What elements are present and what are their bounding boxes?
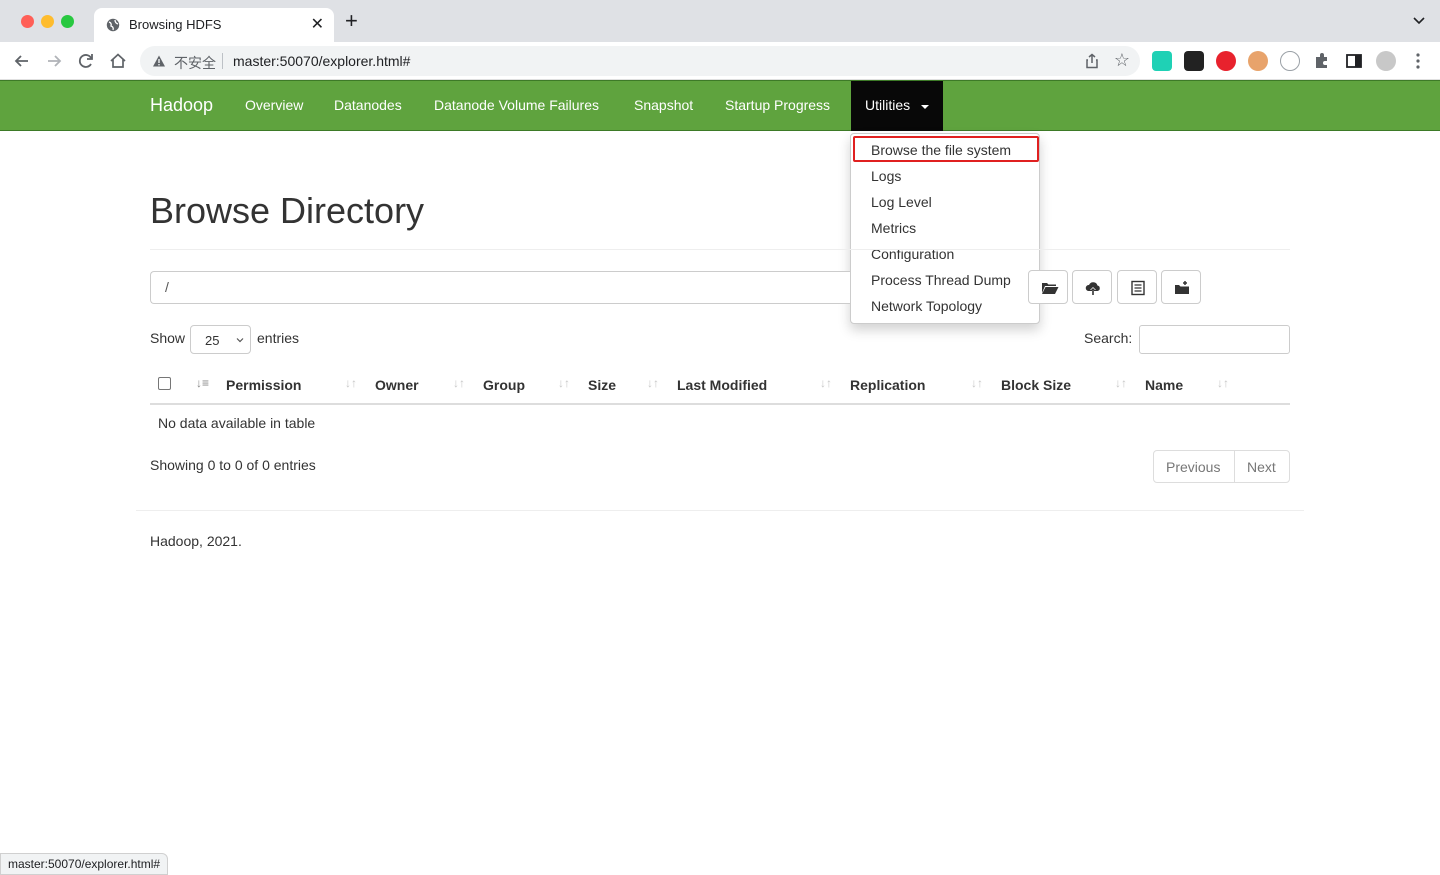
sort-ascending-icon[interactable]: ↓≡: [196, 376, 209, 390]
top-navbar: Hadoop Overview Datanodes Datanode Volum…: [0, 80, 1440, 131]
footer-divider: [136, 510, 1304, 511]
menu-item-log-level[interactable]: Log Level: [851, 189, 1039, 215]
avatar[interactable]: [1376, 51, 1396, 71]
url-text[interactable]: master:50070/explorer.html#: [233, 53, 410, 69]
warning-icon[interactable]: [152, 54, 166, 68]
minimize-window-button[interactable]: [41, 15, 54, 28]
menu-item-metrics[interactable]: Metrics: [851, 215, 1039, 241]
close-window-button[interactable]: [21, 15, 34, 28]
browser-tab[interactable]: Browsing HDFS ✕: [94, 8, 334, 42]
go-directory-button[interactable]: [1028, 270, 1068, 304]
list-view-button[interactable]: [1117, 270, 1157, 304]
brand-link[interactable]: Hadoop: [150, 95, 213, 116]
footer-text: Hadoop, 2021.: [150, 533, 242, 549]
security-label[interactable]: 不安全: [174, 53, 216, 73]
extension-icon[interactable]: [1152, 51, 1172, 71]
tab-title: Browsing HDFS: [129, 17, 222, 32]
extension-icon[interactable]: [1280, 51, 1300, 71]
column-header-name[interactable]: Name: [1145, 377, 1183, 393]
page-title: Browse Directory: [150, 190, 425, 231]
home-icon[interactable]: [108, 51, 128, 71]
column-header-replication[interactable]: Replication: [850, 377, 925, 393]
previous-page-button[interactable]: Previous: [1153, 450, 1235, 483]
more-icon[interactable]: [1408, 51, 1428, 71]
nav-overview[interactable]: Overview: [245, 97, 303, 113]
bookmark-star-icon[interactable]: ☆: [1114, 51, 1130, 69]
forward-icon[interactable]: [44, 51, 64, 71]
nav-utilities-label: Utilities: [865, 97, 911, 113]
create-directory-button[interactable]: [1161, 270, 1201, 304]
address-bar[interactable]: 不安全 master:50070/explorer.html# ☆: [140, 46, 1140, 76]
entries-label: entries: [257, 330, 300, 346]
menu-item-network-topology[interactable]: Network Topology: [851, 293, 1039, 319]
table-info: Showing 0 to 0 of 0 entries: [150, 457, 316, 473]
globe-icon: [106, 18, 120, 32]
sort-icon[interactable]: ↓↑: [453, 376, 465, 390]
new-tab-icon[interactable]: +: [345, 10, 358, 32]
nav-utilities[interactable]: Utilities: [851, 81, 943, 131]
nav-snapshot[interactable]: Snapshot: [634, 97, 693, 113]
back-icon[interactable]: [12, 51, 32, 71]
sort-icon[interactable]: ↓↑: [820, 376, 832, 390]
table-empty-message: No data available in table: [158, 415, 316, 431]
search-input[interactable]: [1139, 325, 1290, 354]
sort-icon[interactable]: ↓↑: [345, 376, 357, 390]
utilities-dropdown-menu: Browse the file system Logs Log Level Me…: [850, 133, 1040, 324]
column-header-group[interactable]: Group: [483, 377, 525, 393]
sort-icon[interactable]: ↓↑: [971, 376, 983, 390]
nav-startup-progress[interactable]: Startup Progress: [725, 97, 830, 113]
nav-datanodes[interactable]: Datanodes: [334, 97, 402, 113]
entries-per-page-value: 25: [205, 333, 220, 348]
extension-icon[interactable]: [1184, 51, 1204, 71]
next-page-button[interactable]: Next: [1234, 450, 1290, 483]
chevron-down-icon: [236, 338, 244, 343]
column-header-last-modified[interactable]: Last Modified: [677, 377, 767, 393]
show-label: Show: [150, 330, 186, 346]
sort-icon[interactable]: ↓↑: [1217, 376, 1229, 390]
close-tab-icon[interactable]: ✕: [311, 14, 324, 34]
directory-path-input[interactable]: /: [150, 271, 850, 304]
list-icon: [1131, 280, 1145, 296]
sort-icon[interactable]: ↓↑: [558, 376, 570, 390]
folder-open-icon: [1042, 283, 1059, 294]
divider: [150, 249, 1290, 250]
browser-toolbar: 不安全 master:50070/explorer.html# ☆: [0, 42, 1440, 80]
entries-per-page-select[interactable]: 25: [190, 325, 251, 354]
maximize-window-button[interactable]: [61, 15, 74, 28]
previous-page-label: Previous: [1166, 459, 1221, 475]
extension-icon[interactable]: [1248, 51, 1268, 71]
sort-icon[interactable]: ↓↑: [647, 376, 659, 390]
column-header-size[interactable]: Size: [588, 377, 616, 393]
share-icon[interactable]: [1084, 53, 1100, 69]
adblock-icon[interactable]: [1216, 51, 1236, 71]
select-all-checkbox[interactable]: [158, 377, 171, 390]
search-label: Search:: [1084, 330, 1133, 346]
address-separator: [222, 53, 223, 69]
link-status-bar: master:50070/explorer.html#: [0, 853, 169, 875]
reload-icon[interactable]: [76, 51, 96, 71]
folder-plus-icon: [1175, 281, 1189, 294]
menu-item-configuration[interactable]: Configuration: [851, 241, 1039, 267]
cloud-upload-icon: [1085, 282, 1100, 295]
browser-titlebar: Browsing HDFS ✕ +: [0, 0, 1440, 42]
menu-item-process-thread-dump[interactable]: Process Thread Dump: [851, 267, 1039, 293]
column-header-owner[interactable]: Owner: [375, 377, 419, 393]
directory-path-value: /: [165, 279, 169, 295]
menu-item-logs[interactable]: Logs: [851, 163, 1039, 189]
nav-datanode-volume-failures[interactable]: Datanode Volume Failures: [434, 97, 599, 113]
next-page-label: Next: [1247, 459, 1276, 475]
sort-icon[interactable]: ↓↑: [1115, 376, 1127, 390]
chevron-down-icon[interactable]: [1412, 14, 1426, 28]
table-header-divider: [150, 403, 1290, 405]
column-header-permission[interactable]: Permission: [226, 377, 301, 393]
side-panel-icon[interactable]: [1344, 51, 1364, 71]
upload-button[interactable]: [1072, 270, 1112, 304]
puzzle-icon[interactable]: [1312, 51, 1332, 71]
column-header-block-size[interactable]: Block Size: [1001, 377, 1071, 393]
highlight-box: [853, 136, 1039, 162]
caret-down-icon: [921, 105, 929, 109]
